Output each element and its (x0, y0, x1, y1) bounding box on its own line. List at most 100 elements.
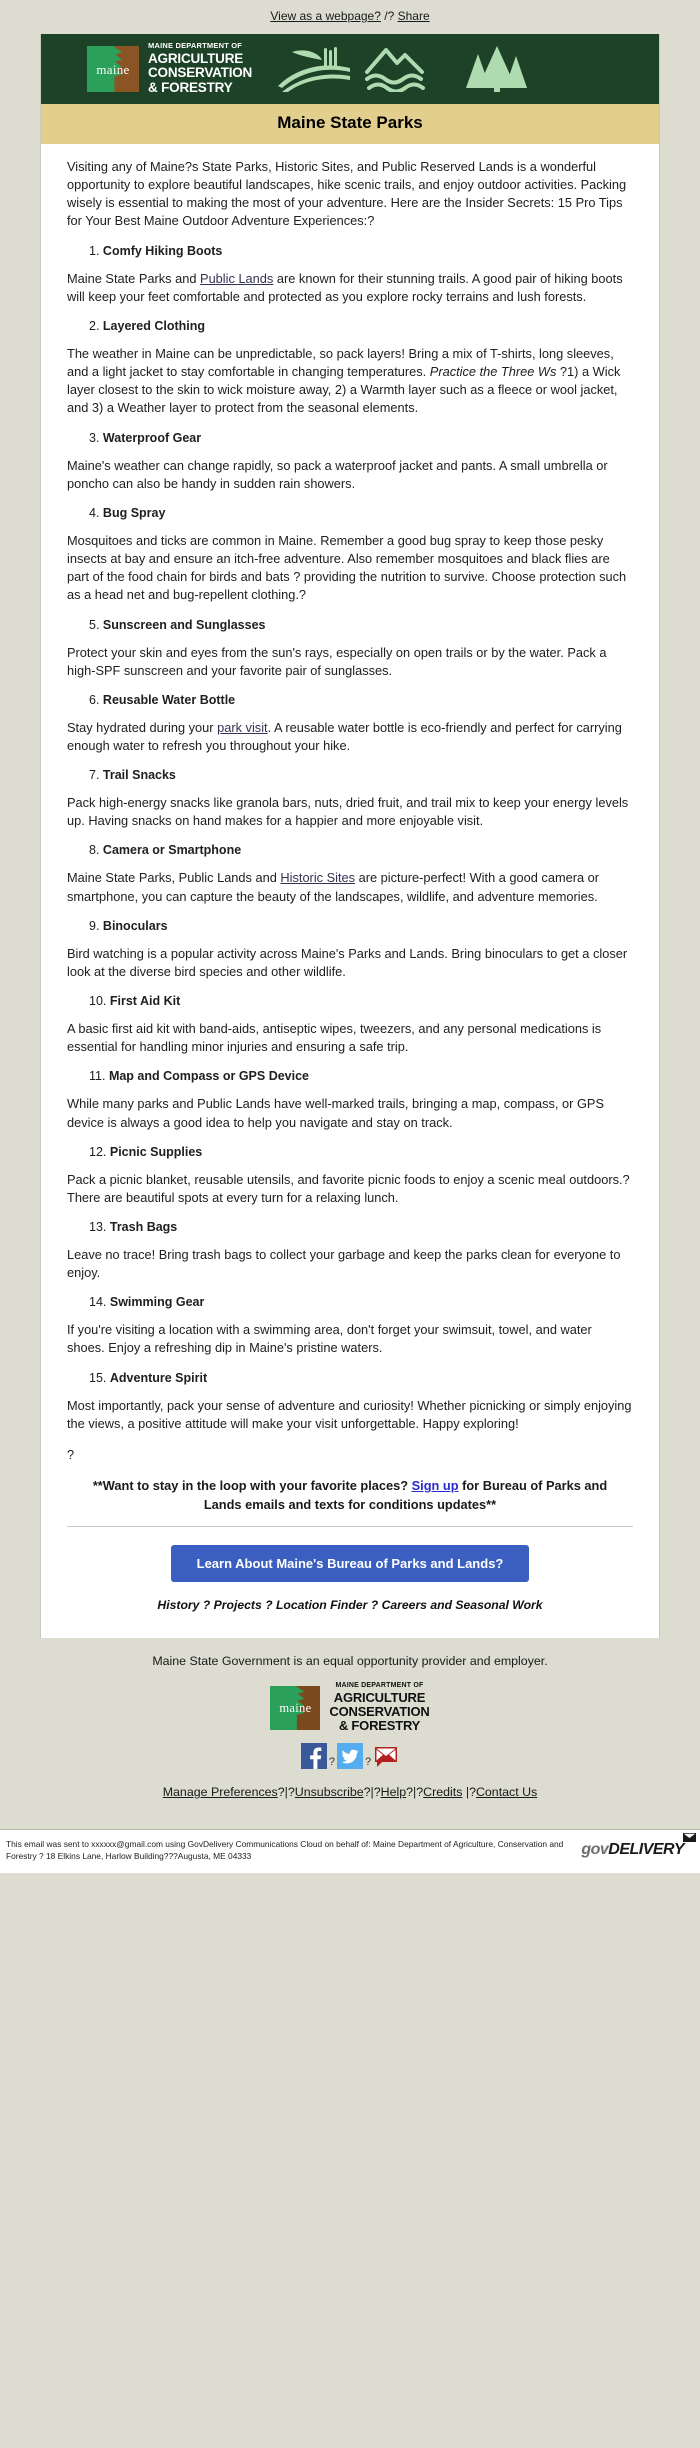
tip-title: Binoculars (102, 918, 168, 933)
tip-number: 15. (89, 1370, 107, 1385)
tip-title: Map and Compass or GPS Device (108, 1069, 309, 1084)
email-share-link[interactable] (373, 1743, 399, 1769)
maine-me-mark-icon: maine (87, 45, 139, 92)
tip-body: Most importantly, pack your sense of adv… (67, 1397, 633, 1433)
footer-maine-wordmark: maine (279, 1700, 312, 1715)
footer-link[interactable]: Contact Us (476, 1785, 537, 1799)
learn-about-bureau-button[interactable]: Learn About Maine's Bureau of Parks and … (170, 1545, 530, 1583)
govdelivery-logo-delivery: DELIVERY (608, 1841, 684, 1859)
tip-number: 12. (89, 1144, 107, 1159)
tip-number: 4. (89, 505, 100, 520)
govdelivery-strip: This email was sent to xxxxxx@gmail.com … (0, 1829, 700, 1873)
tip-number: 7. (89, 768, 100, 783)
tip-body-pre: Stay hydrated during your (67, 719, 218, 735)
maine-dacf-logo: maine MAINE DEPARTMENT OF AGRICULTURE CO… (87, 42, 252, 95)
footer-link-separator: ?|? (277, 1785, 295, 1800)
tip-heading: 8. Camera or Smartphone (67, 843, 633, 857)
tip-number: 9. (89, 918, 100, 933)
tip-title: Trash Bags (109, 1220, 178, 1234)
tip-number: 13. (89, 1220, 107, 1234)
tip-title: First Aid Kit (109, 994, 181, 1009)
tip-body-pre: While many parks and Public Lands have w… (67, 1096, 604, 1130)
footer-link[interactable]: Manage Preferences (163, 1785, 278, 1799)
tip-body-pre: Mosquitoes and ticks are common in Maine… (67, 532, 627, 603)
tip-title: Picnic Supplies (109, 1144, 203, 1159)
twitter-link[interactable] (337, 1743, 363, 1770)
mountain-water-icon (365, 48, 426, 92)
tip-heading: 12. Picnic Supplies (67, 1145, 633, 1159)
tip-number: 10. (89, 994, 107, 1009)
tip-number: 5. (89, 617, 100, 632)
view-as-webpage-link[interactable]: View as a webpage? (270, 9, 381, 23)
tip-number: 11. (89, 1069, 106, 1084)
tip-heading: 14. Swimming Gear (67, 1295, 633, 1309)
tip-body: Pack a picnic blanket, reusable utensils… (67, 1171, 633, 1207)
tip-heading: 11. Map and Compass or GPS Device (67, 1069, 633, 1083)
header-banner: maine MAINE DEPARTMENT OF AGRICULTURE CO… (41, 34, 659, 104)
social-icons-row: ? ? (0, 1743, 700, 1770)
tip-title: Swimming Gear (109, 1295, 205, 1310)
equal-opportunity-statement: Maine State Government is an equal oppor… (152, 1654, 548, 1669)
govdelivery-logo: govDELIVERY (581, 1833, 696, 1859)
govdelivery-disclaimer: This email was sent to xxxxxx@gmail.com … (6, 1839, 564, 1862)
tip-body: Mosquitoes and ticks are common in Maine… (67, 532, 633, 605)
tip-title: Layered Clothing (102, 318, 206, 333)
govdelivery-envelope-icon (683, 1833, 696, 1843)
email-icon (375, 1747, 398, 1768)
email-footer: Maine State Government is an equal oppor… (0, 1638, 700, 1829)
facebook-link[interactable] (300, 1743, 327, 1770)
tip-body: A basic first aid kit with band-aids, an… (67, 1020, 633, 1056)
tip-body-link[interactable]: park visit (217, 720, 268, 735)
footer-link[interactable]: Help (381, 1785, 406, 1799)
tip-body-pre: Leave no trace! Bring trash bags to coll… (67, 1247, 621, 1281)
tip-body-link[interactable]: Public Lands (200, 271, 273, 286)
dept-line-2: CONSERVATION (148, 65, 253, 81)
dept-small-line: MAINE DEPARTMENT OF (148, 41, 243, 51)
tip-body-link[interactable]: Historic Sites (280, 870, 355, 885)
tip-title: Comfy Hiking Boots (102, 243, 223, 258)
sign-up-link[interactable]: Sign up (412, 1478, 459, 1493)
tip-title: Trail Snacks (102, 768, 176, 783)
tip-body: Bird watching is a popular activity acro… (67, 945, 633, 981)
footer-dept-line-2: CONSERVATION (329, 1704, 430, 1720)
tip-body-pre: Pack a picnic blanket, reusable utensils… (67, 1171, 630, 1205)
tip-heading: 2. Layered Clothing (67, 319, 633, 333)
share-link[interactable]: Share (398, 9, 430, 23)
social-separator-1: ? (328, 1756, 335, 1769)
email-body: Visiting any of Maine?s State Parks, His… (41, 144, 659, 1638)
tip-body-pre: If you're visiting a location with a swi… (67, 1322, 592, 1356)
footer-department-text: MAINE DEPARTMENT OF AGRICULTURE CONSERVA… (329, 1682, 429, 1733)
tip-number: 6. (89, 692, 100, 707)
farm-field-icon (278, 47, 351, 92)
tip-title: Sunscreen and Sunglasses (102, 617, 266, 632)
tip-body-pre: Protect your skin and eyes from the sun'… (67, 644, 607, 678)
govdelivery-logo-gov: gov (581, 1841, 609, 1859)
cta-container: Learn About Maine's Bureau of Parks and … (67, 1545, 633, 1583)
footer-link[interactable]: Credits (423, 1785, 462, 1799)
footer-maine-dacf-logo: maine MAINE DEPARTMENT OF AGRICULTURE CO… (270, 1682, 430, 1733)
tip-heading: 3. Waterproof Gear (67, 431, 633, 445)
maine-wordmark: maine (96, 61, 130, 77)
tip-body: Maine State Parks, Public Lands and Hist… (67, 869, 633, 905)
divider (67, 1526, 633, 1528)
tip-heading: 4. Bug Spray (67, 506, 633, 520)
facebook-icon (300, 1743, 327, 1770)
quick-links-row[interactable]: History ? Projects ? Location Finder ? C… (67, 1598, 633, 1612)
tip-body: Maine State Parks and Public Lands are k… (67, 270, 633, 306)
tip-body: Pack high-energy snacks like granola bar… (67, 794, 633, 830)
tip-heading: 9. Binoculars (67, 919, 633, 933)
pine-trees-icon (466, 46, 528, 92)
banner-artwork (278, 46, 534, 92)
tips-list: 1. Comfy Hiking Boots Maine State Parks a… (67, 244, 633, 1433)
footer-link[interactable]: Unsubscribe (295, 1785, 364, 1799)
email-card: maine MAINE DEPARTMENT OF AGRICULTURE CO… (40, 34, 660, 1639)
tip-heading: 1. Comfy Hiking Boots (67, 244, 633, 258)
tip-body-pre: Pack high-energy snacks like granola bar… (67, 795, 629, 829)
trailing-question-mark: ? (67, 1446, 75, 1462)
tip-body-italic: Practice the Three Ws (429, 364, 557, 380)
tip-heading: 6. Reusable Water Bottle (67, 693, 633, 707)
tip-body: The weather in Maine can be unpredictabl… (67, 345, 633, 418)
footer-dept-small-line: MAINE DEPARTMENT OF (335, 1682, 424, 1690)
tip-body: Maine's weather can change rapidly, so p… (67, 457, 633, 493)
tip-heading: 10. First Aid Kit (67, 994, 633, 1008)
